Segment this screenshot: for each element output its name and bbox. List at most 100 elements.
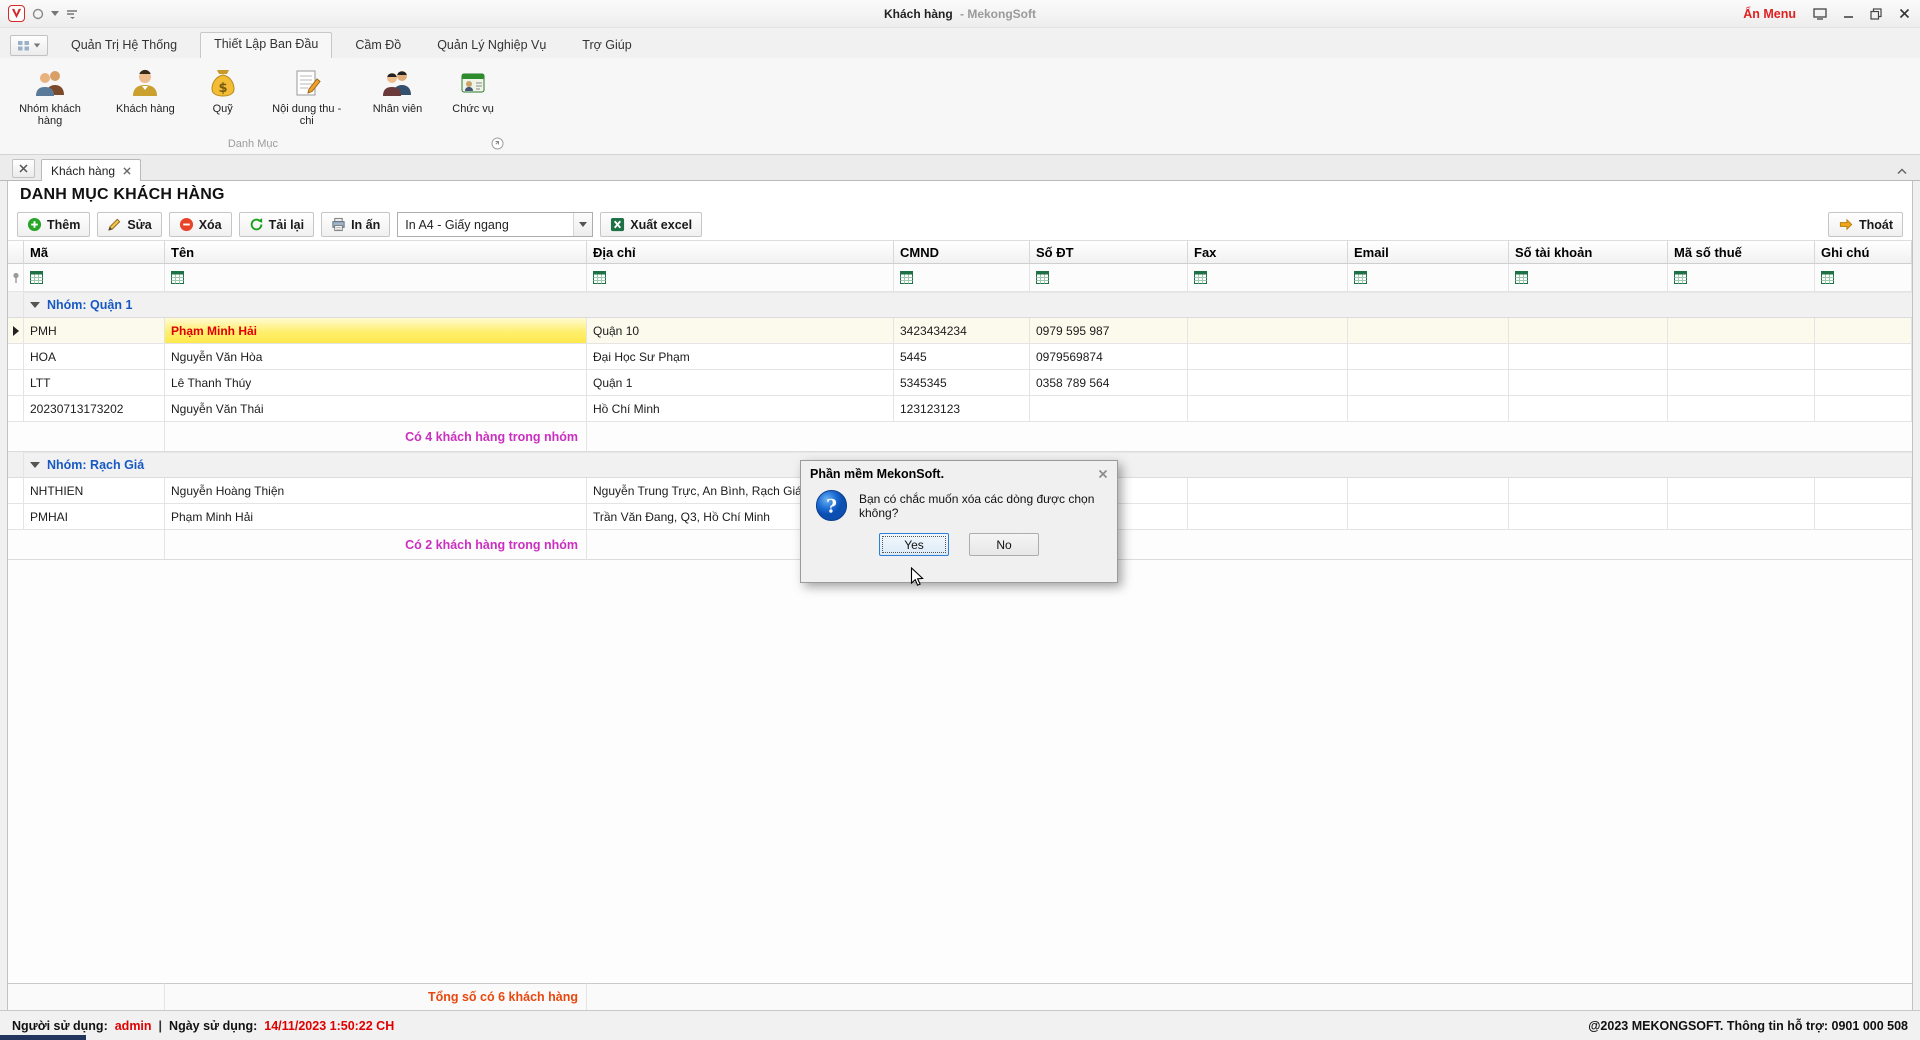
filter-cell-ma-so-thue[interactable] bbox=[1668, 264, 1815, 292]
restore-icon[interactable] bbox=[1868, 6, 1884, 22]
filter-excel-icon bbox=[1194, 271, 1207, 284]
current-row-indicator-icon bbox=[13, 326, 19, 336]
chevron-down-icon bbox=[34, 44, 40, 48]
quick-access-caret-icon[interactable] bbox=[51, 11, 59, 16]
select-caret-zone[interactable] bbox=[573, 213, 592, 236]
column-header-ghi-chu[interactable]: Ghi chú bbox=[1815, 240, 1912, 264]
ribbon-tab-quan-ly-nghiep-vu[interactable]: Quản Lý Nghiệp Vụ bbox=[424, 34, 559, 58]
ribbon-item-nhom-khach-hang[interactable]: Nhóm khách hàng bbox=[8, 62, 92, 130]
reload-button[interactable]: Tải lại bbox=[239, 212, 314, 237]
cell-so-tai-khoan bbox=[1509, 478, 1668, 504]
table-row[interactable]: HOA Nguyễn Văn Hòa Đại Học Sư Phạm 5445 … bbox=[8, 344, 1912, 370]
table-row[interactable]: PMH Phạm Minh Hải Quận 10 3423434234 097… bbox=[8, 318, 1912, 344]
group-label: Nhóm: Quận 1 bbox=[47, 298, 132, 312]
cell-ma-so-thue bbox=[1668, 396, 1815, 422]
group-row-quan-1[interactable]: Nhóm: Quận 1 bbox=[8, 292, 1912, 318]
cell-so-dt: 0979569874 bbox=[1030, 344, 1188, 370]
exit-button[interactable]: Thoát bbox=[1828, 212, 1903, 237]
column-header-email[interactable]: Email bbox=[1348, 240, 1509, 264]
edit-button[interactable]: Sửa bbox=[97, 212, 161, 237]
dialog-close-icon[interactable] bbox=[1098, 469, 1108, 479]
add-button-label: Thêm bbox=[47, 218, 80, 232]
page-title: DANH MỤC KHÁCH HÀNG bbox=[8, 181, 1912, 209]
customize-toolbar-icon[interactable] bbox=[66, 9, 78, 19]
cell-fax bbox=[1188, 318, 1348, 344]
print-layout-select[interactable]: In A4 - Giấy ngang bbox=[397, 212, 593, 237]
cell-fax bbox=[1188, 478, 1348, 504]
column-header-so-tai-khoan[interactable]: Số tài khoản bbox=[1509, 240, 1668, 264]
filter-cell-fax[interactable] bbox=[1188, 264, 1348, 292]
cell-ma-so-thue bbox=[1668, 504, 1815, 530]
column-header-ma-so-thue[interactable]: Mã số thuế bbox=[1668, 240, 1815, 264]
cell-ma-so-thue bbox=[1668, 318, 1815, 344]
print-button[interactable]: In ấn bbox=[321, 212, 390, 237]
employees-icon bbox=[381, 65, 413, 101]
cell-so-tai-khoan bbox=[1509, 396, 1668, 422]
ribbon-tab-thiet-lap-ban-dau[interactable]: Thiết Lập Ban Đầu bbox=[200, 32, 332, 58]
dialog-message: Bạn có chắc muốn xóa các dòng được chọn … bbox=[859, 492, 1103, 520]
cell-cmnd: 123123123 bbox=[894, 396, 1030, 422]
column-header-fax[interactable]: Fax bbox=[1188, 240, 1348, 264]
cell-ma: LTT bbox=[24, 370, 165, 396]
tab-close-icon[interactable] bbox=[123, 167, 131, 175]
filter-cell-ten[interactable] bbox=[165, 264, 587, 292]
ribbon-item-chuc-vu[interactable]: Chức vụ bbox=[446, 62, 500, 118]
filter-cell-so-tai-khoan[interactable] bbox=[1509, 264, 1668, 292]
cell-ten: Phạm Minh Hải bbox=[165, 318, 587, 344]
document-tab-strip: Khách hàng bbox=[0, 155, 1920, 181]
filter-cell-so-dt[interactable] bbox=[1030, 264, 1188, 292]
collapse-group-icon[interactable] bbox=[30, 462, 40, 468]
column-header-so-dt[interactable]: Số ĐT bbox=[1030, 240, 1188, 264]
cell-email bbox=[1348, 478, 1509, 504]
collapse-ribbon-icon[interactable] bbox=[1896, 167, 1908, 175]
cell-ma-so-thue bbox=[1668, 344, 1815, 370]
document-tab-khach-hang[interactable]: Khách hàng bbox=[41, 159, 141, 181]
quick-access-circle-icon[interactable] bbox=[32, 8, 44, 20]
table-row[interactable]: 20230713173202 Nguyễn Văn Thái Hồ Chí Mi… bbox=[8, 396, 1912, 422]
add-button[interactable]: Thêm bbox=[17, 212, 90, 237]
table-row[interactable]: LTT Lê Thanh Thúy Quận 1 5345345 0358 78… bbox=[8, 370, 1912, 396]
cell-ten: Phạm Minh Hải bbox=[165, 504, 587, 530]
column-header-dia-chi[interactable]: Địa chỉ bbox=[587, 240, 894, 264]
cell-ma-so-thue bbox=[1668, 478, 1815, 504]
column-header-cmnd[interactable]: CMND bbox=[894, 240, 1030, 264]
group-footer-text: Có 2 khách hàng trong nhóm bbox=[165, 530, 587, 560]
cell-fax bbox=[1188, 344, 1348, 370]
export-excel-button[interactable]: Xuất excel bbox=[600, 212, 702, 237]
column-header-ten[interactable]: Tên bbox=[165, 240, 587, 264]
cell-ghi-chu bbox=[1815, 396, 1912, 422]
filter-cell-ma[interactable] bbox=[24, 264, 165, 292]
close-icon[interactable] bbox=[1896, 6, 1912, 22]
chevron-down-icon bbox=[579, 222, 587, 227]
no-button[interactable]: No bbox=[969, 533, 1039, 556]
ribbon-item-noi-dung-thu-chi[interactable]: Nội dung thu - chi bbox=[265, 62, 349, 130]
position-badge-icon bbox=[457, 65, 489, 101]
minimize-icon[interactable] bbox=[1840, 6, 1856, 22]
collapse-group-icon[interactable] bbox=[30, 302, 40, 308]
group-dialog-launcher-icon[interactable] bbox=[491, 137, 504, 150]
cell-so-dt: 0979 595 987 bbox=[1030, 318, 1188, 344]
cell-so-dt bbox=[1030, 396, 1188, 422]
yes-button[interactable]: Yes bbox=[879, 533, 949, 556]
hide-menu-button[interactable]: Ẩn Menu bbox=[1743, 7, 1796, 21]
ribbon-tab-quan-tri-he-thong[interactable]: Quản Trị Hệ Thống bbox=[58, 34, 190, 58]
close-document-button[interactable] bbox=[12, 159, 35, 178]
ribbon-item-nhan-vien[interactable]: Nhân viên bbox=[367, 62, 429, 118]
cell-email bbox=[1348, 344, 1509, 370]
ribbon-item-quy[interactable]: $ Quỹ bbox=[199, 62, 247, 118]
filter-cell-cmnd[interactable] bbox=[894, 264, 1030, 292]
ribbon-tab-tro-giup[interactable]: Trợ Giúp bbox=[569, 34, 644, 58]
column-header-ma[interactable]: Mã bbox=[24, 240, 165, 264]
total-spacer bbox=[8, 983, 165, 1010]
ribbon-item-khach-hang[interactable]: Khách hàng bbox=[110, 62, 181, 118]
app-menu-button[interactable] bbox=[10, 35, 48, 56]
fit-screen-icon[interactable] bbox=[1812, 6, 1828, 22]
question-icon: ? bbox=[815, 489, 848, 522]
delete-button[interactable]: Xóa bbox=[169, 212, 232, 237]
filter-cell-dia-chi[interactable] bbox=[587, 264, 894, 292]
filter-cell-email[interactable] bbox=[1348, 264, 1509, 292]
filter-cell-ghi-chu[interactable] bbox=[1815, 264, 1912, 292]
ribbon-tab-cam-do[interactable]: Cầm Đồ bbox=[342, 34, 414, 58]
confirm-delete-dialog: Phần mềm MekonSoft. ? Bạn có chắc muốn x… bbox=[800, 460, 1118, 583]
cell-ma: 20230713173202 bbox=[24, 396, 165, 422]
